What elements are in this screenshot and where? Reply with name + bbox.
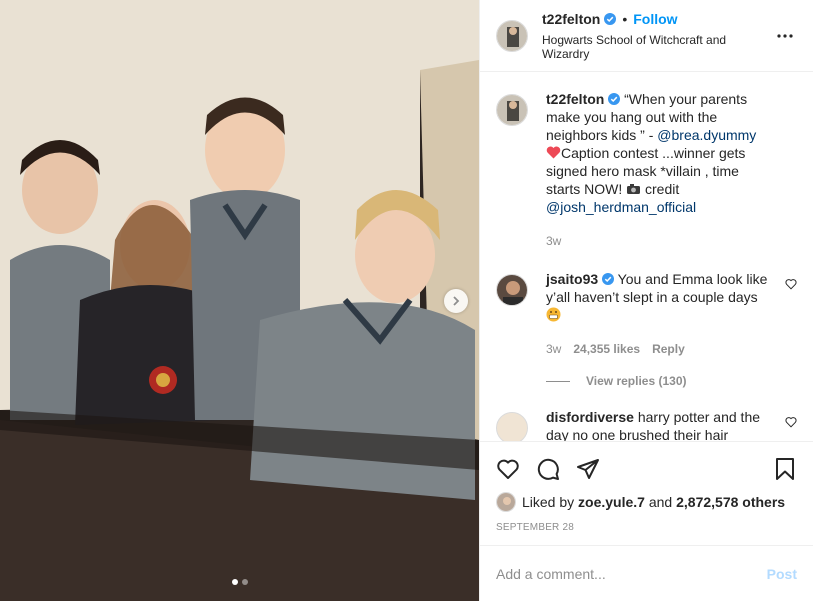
instagram-post: t22felton • Follow Hogwarts School of Wi… <box>0 0 813 601</box>
comment-input[interactable] <box>496 565 767 582</box>
follow-button[interactable]: Follow <box>633 11 677 27</box>
comment-username[interactable]: jsaito93 <box>546 271 598 287</box>
verified-badge-icon <box>608 93 621 105</box>
verified-badge-icon <box>604 12 617 25</box>
share-icon[interactable] <box>576 457 600 481</box>
heart-icon[interactable] <box>785 278 797 290</box>
post-actions: Liked by zoe.yule.7 and 2,872,578 others… <box>480 441 813 545</box>
post-header: t22felton • Follow Hogwarts School of Wi… <box>480 0 813 72</box>
carousel-dot-active <box>231 579 238 585</box>
more-horizontal-icon <box>777 33 793 38</box>
more-options-button[interactable] <box>773 24 797 48</box>
avatar-image <box>497 95 527 125</box>
reply-button[interactable]: Reply <box>652 340 685 358</box>
likes-count[interactable]: 2,872,578 others <box>676 494 785 510</box>
comment-icon[interactable] <box>536 457 560 481</box>
view-replies-label: View replies (130) <box>586 374 687 388</box>
chevron-right-icon <box>453 296 460 306</box>
caption-text: credit <box>641 181 680 197</box>
post-location[interactable]: Hogwarts School of Witchcraft and Wizard… <box>542 33 773 61</box>
carousel-indicator <box>0 579 479 585</box>
grimacing-emoji-icon <box>546 307 561 322</box>
caption: t22felton “When your parents make you ha… <box>496 88 797 250</box>
comments-section[interactable]: t22felton “When your parents make you ha… <box>480 72 813 441</box>
next-slide-button[interactable] <box>444 289 468 313</box>
avatar-image <box>497 275 527 305</box>
divider <box>546 380 570 382</box>
avatar[interactable] <box>496 492 516 512</box>
avatar[interactable] <box>496 94 528 126</box>
avatar[interactable] <box>496 412 528 441</box>
heart-icon[interactable] <box>496 457 520 481</box>
comment-username[interactable]: disfordiverse <box>546 409 634 425</box>
post-date[interactable]: SEPTEMBER 28 <box>496 522 797 545</box>
liked-by: Liked by zoe.yule.7 and 2,872,578 others <box>496 492 797 512</box>
comment-time[interactable]: 3w <box>546 340 561 358</box>
camera-emoji-icon <box>627 184 641 194</box>
liked-by-user[interactable]: zoe.yule.7 <box>578 494 645 510</box>
avatar[interactable] <box>496 274 528 306</box>
comment: disfordiverse harry potter and the day n… <box>496 406 797 441</box>
post-media[interactable] <box>0 0 479 601</box>
post-side-panel: t22felton • Follow Hogwarts School of Wi… <box>479 0 813 601</box>
carousel-dot <box>241 579 248 585</box>
mention-link[interactable]: @brea.dyummy <box>657 127 756 143</box>
post-comment-button[interactable]: Post <box>767 566 797 582</box>
comment: jsaito93 You and Emma look like y’all ha… <box>496 268 797 358</box>
add-comment-bar: Post <box>480 545 813 601</box>
comment-likes[interactable]: 24,355 likes <box>573 340 640 358</box>
separator-dot: • <box>622 10 628 27</box>
verified-badge-icon <box>602 273 615 285</box>
caption-time[interactable]: 3w <box>546 232 561 250</box>
mention-link[interactable]: @josh_herdman_official <box>546 199 696 215</box>
post-photo <box>0 0 479 601</box>
avatar[interactable] <box>496 19 528 52</box>
liked-by-and: and <box>648 494 673 510</box>
view-replies-button[interactable]: View replies (130) <box>546 374 797 388</box>
avatar-image <box>497 20 527 51</box>
red-heart-emoji-icon <box>546 146 561 159</box>
heart-icon[interactable] <box>785 416 797 428</box>
bookmark-icon[interactable] <box>773 457 797 481</box>
post-username[interactable]: t22felton <box>542 11 600 27</box>
caption-username[interactable]: t22felton <box>546 91 604 107</box>
avatar-image <box>497 493 515 511</box>
liked-by-prefix: Liked by <box>522 494 575 510</box>
